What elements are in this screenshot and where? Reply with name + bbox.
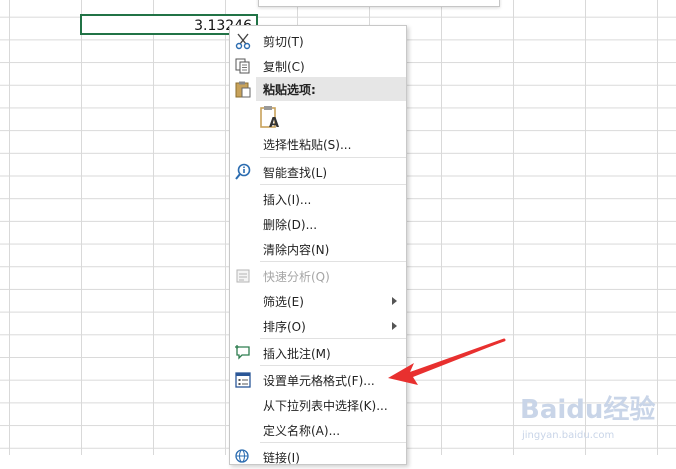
submenu-arrow-icon [392, 322, 397, 330]
svg-text:A: A [269, 116, 279, 129]
submenu-arrow-icon [392, 297, 397, 305]
menu-item-copy[interactable]: 复制(C) [230, 53, 406, 78]
clipboard-icon [233, 79, 253, 99]
scissors-icon [233, 31, 253, 51]
menu-label-clear-contents: 清除内容(N) [263, 243, 330, 257]
paste-options-header: 粘贴选项: [256, 77, 406, 101]
menu-label-copy: 复制(C) [263, 60, 305, 74]
quick-analysis-icon [233, 266, 253, 286]
format-cells-icon [233, 370, 253, 390]
menu-label-insert-comment: 插入批注(M) [263, 347, 331, 361]
menu-item-smart-lookup[interactable]: 智能查找(L) [230, 159, 406, 184]
watermark-text: Baidu经验 [520, 394, 655, 425]
menu-label-sort: 排序(O) [263, 320, 306, 334]
menu-item-delete[interactable]: 删除(D)... [230, 211, 406, 236]
menu-label-filter: 筛选(E) [263, 295, 304, 309]
info-search-icon [233, 162, 253, 182]
menu-item-quick-analysis[interactable]: 快速分析(Q) [230, 263, 406, 288]
menu-label-cut: 剪切(T) [263, 35, 304, 49]
menu-item-link[interactable]: 链接(I) [230, 444, 406, 469]
menu-separator [260, 184, 406, 185]
watermark-sub: jingyan.baidu.com [521, 430, 614, 441]
annotation-arrow-icon [388, 338, 506, 385]
menu-item-cut[interactable]: 剪切(T) [230, 28, 406, 53]
menu-label-format-cells: 设置单元格格式(F)... [263, 374, 375, 388]
menu-item-filter[interactable]: 筛选(E) [230, 288, 406, 313]
menu-label-quick-analysis: 快速分析(Q) [263, 270, 330, 284]
menu-label-link: 链接(I) [263, 451, 300, 465]
menu-label-insert: 插入(I)... [263, 193, 312, 207]
menu-label-smart-lookup: 智能查找(L) [263, 166, 328, 180]
menu-item-define-name[interactable]: 定义名称(A)... [230, 417, 406, 442]
paste-keep-formatting-icon[interactable]: A [260, 105, 282, 131]
menu-label-paste-special: 选择性粘贴(S)... [263, 138, 352, 152]
menu-item-clear-contents[interactable]: 清除内容(N) [230, 236, 406, 261]
paste-options-label: 粘贴选项: [263, 83, 316, 97]
menu-item-insert[interactable]: 插入(I)... [230, 186, 406, 211]
copy-icon [233, 56, 253, 76]
menu-separator [260, 261, 406, 262]
link-icon [233, 447, 253, 467]
baidu-watermark-logo: Baidu经验 jingyan.baidu.com [520, 394, 655, 441]
menu-label-pick-from-list: 从下拉列表中选择(K)... [263, 399, 388, 413]
menu-label-delete: 删除(D)... [263, 218, 318, 232]
menu-item-paste-special[interactable]: 选择性粘贴(S)... [230, 131, 406, 156]
comment-icon [233, 343, 253, 363]
mini-toolbar[interactable] [258, 0, 500, 7]
menu-separator [260, 157, 406, 158]
menu-label-define-name: 定义名称(A)... [263, 424, 341, 438]
menu-separator [260, 442, 406, 443]
